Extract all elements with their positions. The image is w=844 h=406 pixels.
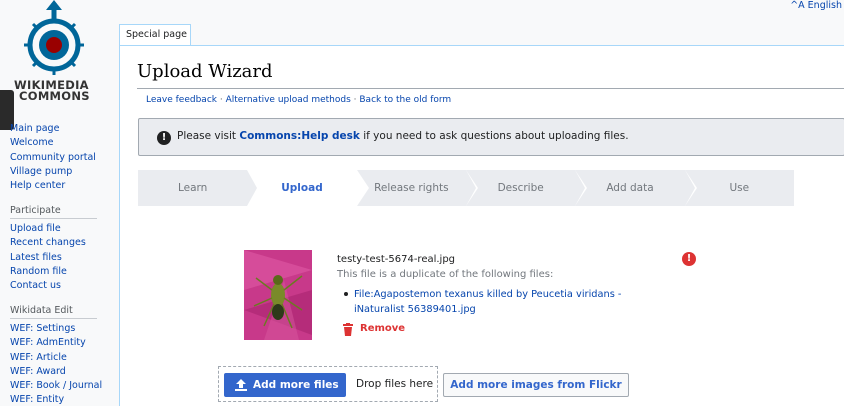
sidebar-item-community-portal[interactable]: Community portal [10,151,96,165]
notice-prefix: Please visit [177,130,240,142]
add-from-flickr-button[interactable]: Add more images from Flickr [443,373,629,397]
add-more-files-button[interactable]: Add more files [224,373,346,397]
error-icon: ! [682,252,696,266]
step-label: Add data [606,182,654,194]
sidebar-item-main-page[interactable]: Main page [10,122,96,136]
step-label: Release rights [374,182,449,194]
sidebar-heading-wikidata-edit: Wikidata Edit [10,305,73,316]
wizard-steps: Learn Upload Release rights Describe Add… [138,170,794,206]
sidebar-item-welcome[interactable]: Welcome [10,136,96,150]
upload-icon [235,379,247,391]
list-item: File:Agapostemon texanus killed by Peuce… [344,287,621,302]
remove-button[interactable]: Remove [360,323,405,334]
notice-text: Please visit Commons:Help desk if you ne… [177,130,629,142]
step-learn: Learn [138,170,260,206]
step-label: Describe [497,182,544,194]
step-upload: Upload [247,170,369,206]
add-more-files-label: Add more files [253,379,339,391]
duplicate-file-link[interactable]: File:Agapostemon texanus killed by Peuce… [354,289,621,300]
step-release-rights: Release rights [356,170,478,206]
sidebar-wikidata-nav: WEF: Settings WEF: AdmEntity WEF: Articl… [10,322,102,406]
notice-suffix: if you need to ask questions about uploa… [359,130,629,142]
sidebar-item-wef-settings[interactable]: WEF: Settings [10,322,102,336]
duplicate-list: File:Agapostemon texanus killed by Peuce… [344,287,621,317]
link-separator: · [216,95,226,105]
sidebar-item-wef-award[interactable]: WEF: Award [10,365,102,379]
sidebar-item-random-file[interactable]: Random file [10,265,86,279]
leave-feedback-link[interactable]: Leave feedback [146,95,217,105]
step-label: Use [729,182,750,194]
bullet-icon [344,292,348,296]
sidebar-item-upload-file[interactable]: Upload file [10,222,86,236]
sidebar-item-recent-changes[interactable]: Recent changes [10,236,86,250]
sidebar-divider [10,218,97,219]
sidebar-item-wef-entity[interactable]: WEF: Entity [10,393,102,406]
logo-wordmark-line2: COMMONS [19,89,90,103]
step-use: Use [684,170,794,206]
step-label: Learn [177,182,208,194]
wizard-links: Leave feedback · Alternative upload meth… [146,95,451,105]
sidebar-item-latest-files[interactable]: Latest files [10,251,86,265]
sidebar-item-wef-article[interactable]: WEF: Article [10,351,102,365]
sidebar-divider [10,318,97,319]
tab-special-page[interactable]: Special page [119,24,191,46]
help-notice: ! Please visit Commons:Help desk if you … [138,118,844,156]
alternative-upload-link[interactable]: Alternative upload methods [226,95,351,105]
step-label: Upload [281,182,323,194]
exclamation-icon: ! [157,131,171,145]
list-item-continued: iNaturalist 56389401.jpg [344,302,621,317]
duplicate-message: This file is a duplicate of the followin… [337,269,554,280]
sidebar-participate-nav: Upload file Recent changes Latest files … [10,222,86,293]
duplicate-file-link-cont[interactable]: iNaturalist 56389401.jpg [354,304,476,315]
sidebar-item-wef-book-journal[interactable]: WEF: Book / Journal [10,379,102,393]
sidebar-item-wef-admentity[interactable]: WEF: AdmEntity [10,336,102,350]
old-form-link[interactable]: Back to the old form [359,95,451,105]
sidebar-heading-participate: Participate [10,205,61,216]
language-link[interactable]: ^A English [790,0,842,11]
file-name: testy-test-5674-real.jpg [337,254,456,265]
sidebar-item-contact-us[interactable]: Contact us [10,279,86,293]
drop-files-text: Drop files here [356,378,434,390]
step-add-data: Add data [575,170,697,206]
trash-icon[interactable] [342,323,354,336]
step-describe: Describe [465,170,588,206]
sidebar-main-nav: Main page Welcome Community portal Villa… [10,122,96,193]
help-desk-link[interactable]: Commons:Help desk [239,130,360,142]
content-area: ^A English Upload Wizard Leave feedback … [119,0,844,406]
title-divider [137,88,844,89]
sidebar-item-village-pump[interactable]: Village pump [10,165,96,179]
page-title: Upload Wizard [137,61,273,82]
file-thumbnail [244,250,312,340]
sidebar-item-help-center[interactable]: Help center [10,179,96,193]
